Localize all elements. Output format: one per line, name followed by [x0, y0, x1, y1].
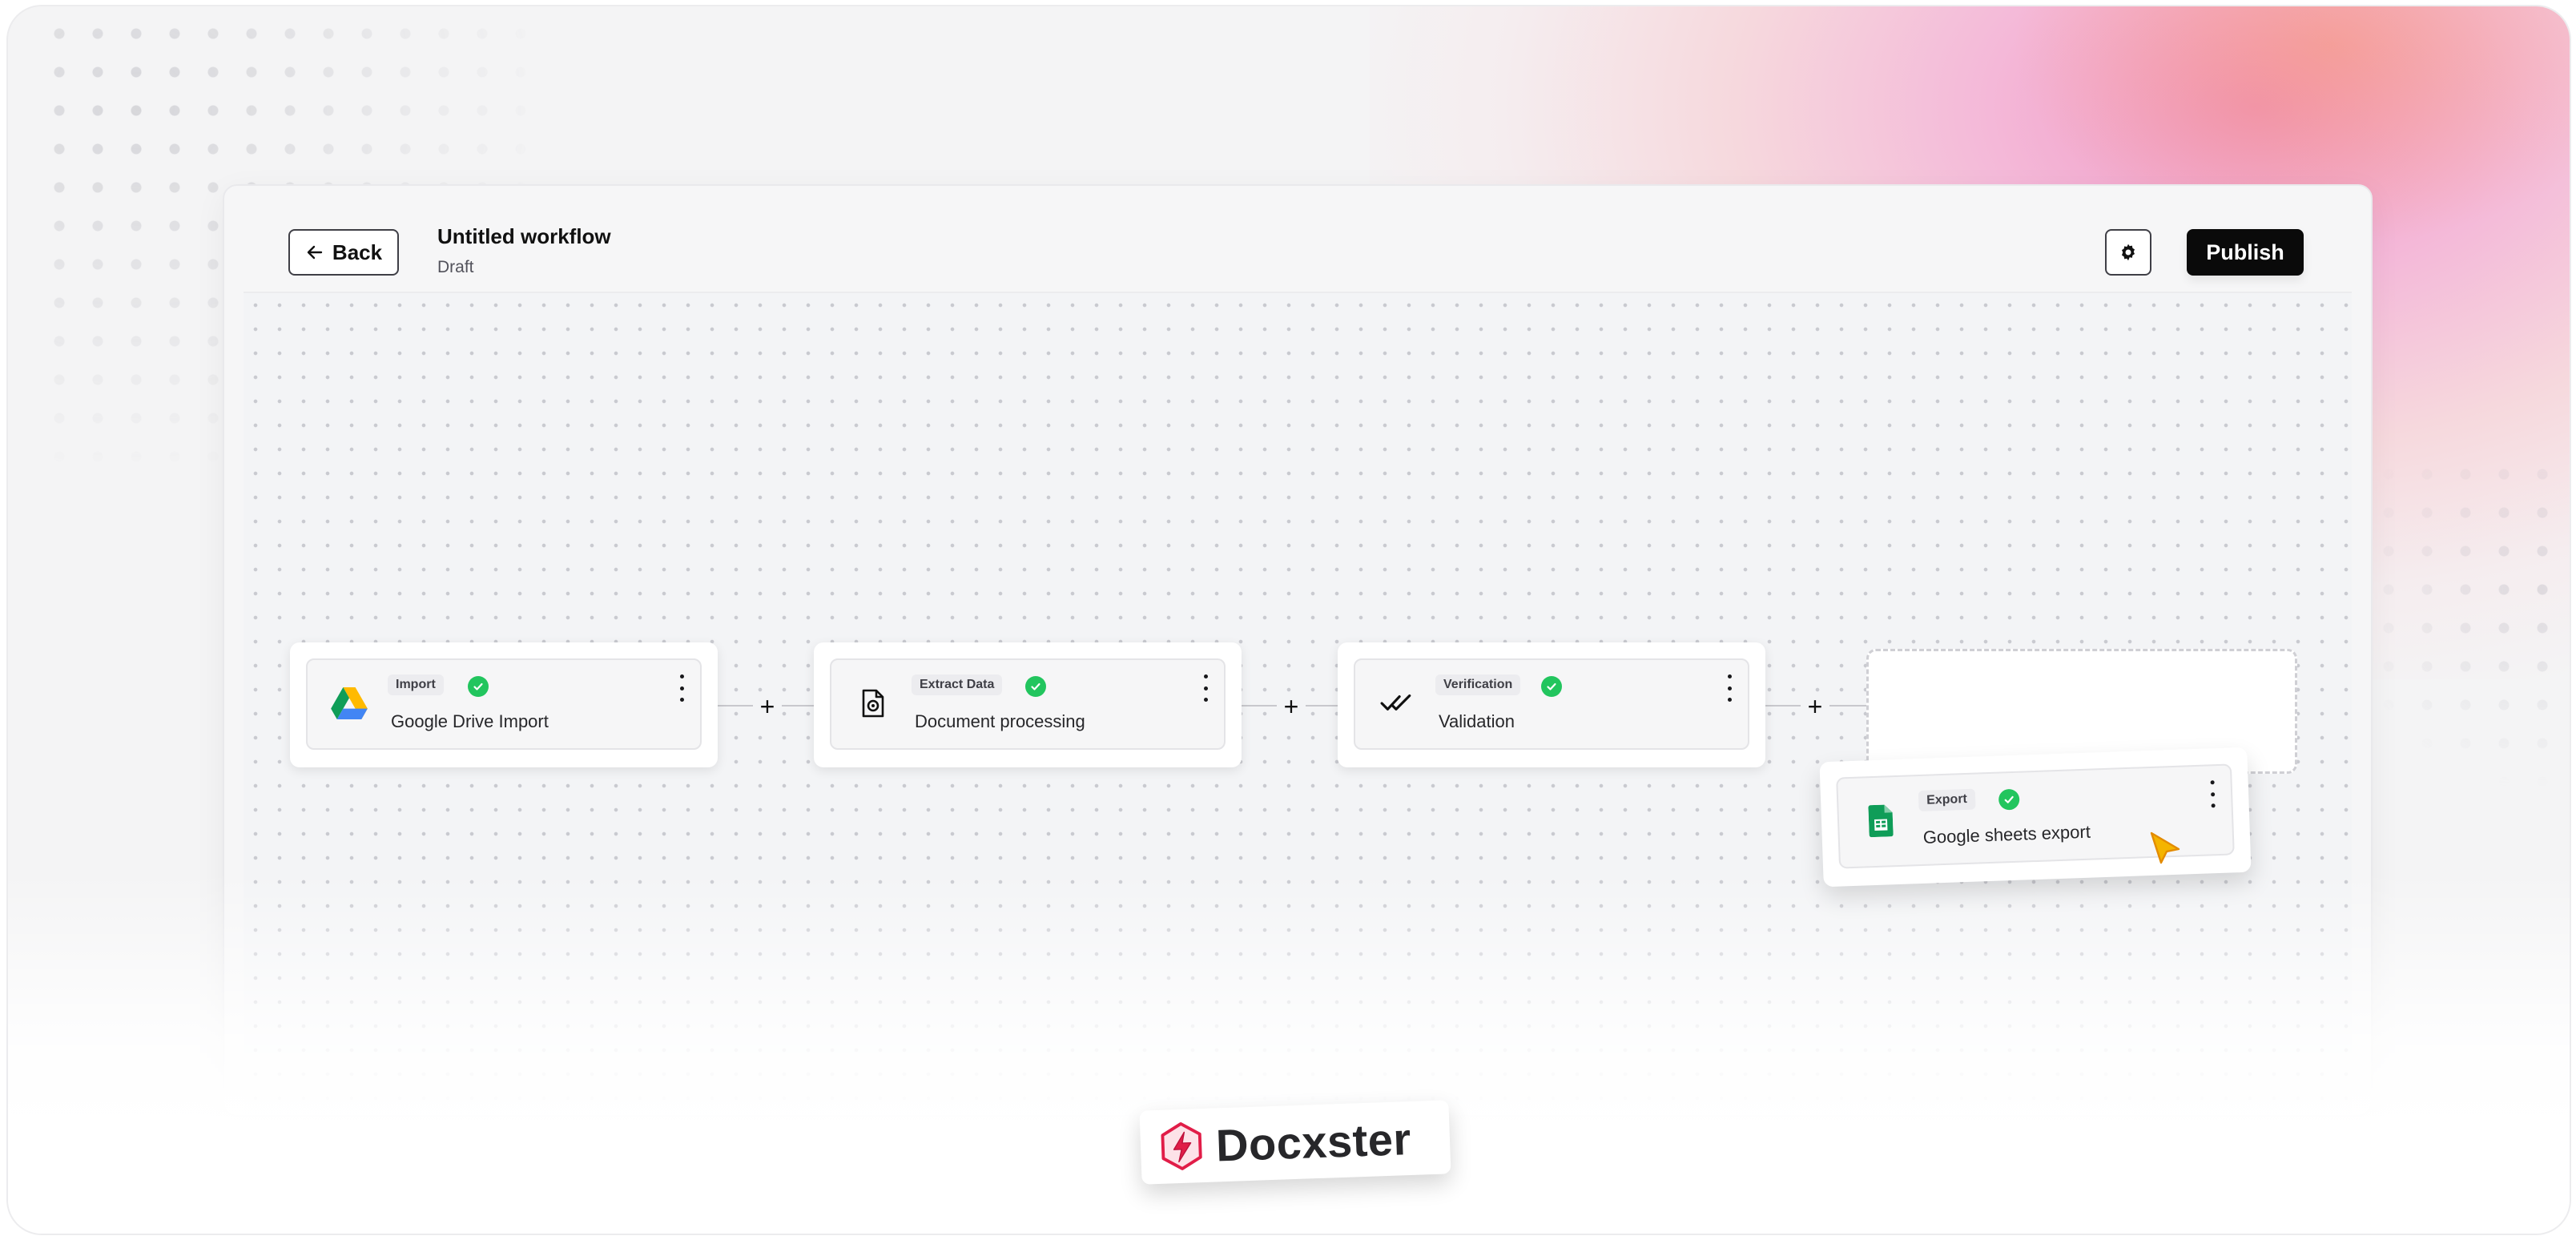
add-step-button[interactable]: + [1801, 692, 1829, 721]
node-body: Import Google Drive Import [306, 658, 702, 750]
double-check-icon [1373, 679, 1421, 727]
workflow-status: Draft [437, 258, 474, 276]
editor-header [244, 208, 2352, 293]
arrow-left-icon [307, 245, 323, 260]
add-step-button[interactable]: + [753, 692, 782, 721]
brand-logo-badge: Docxster [1139, 1100, 1451, 1185]
more-options-icon[interactable] [2207, 780, 2219, 808]
more-options-icon[interactable] [1724, 674, 1735, 702]
check-circle-icon [1541, 676, 1562, 697]
bottom-fade [8, 872, 2570, 1234]
node-name: Google Drive Import [391, 711, 549, 731]
google-sheets-icon [1856, 796, 1906, 846]
settings-button[interactable] [2105, 229, 2151, 276]
node-card-export[interactable]: Export Google sheets export [1819, 747, 2252, 888]
node-name: Google sheets export [1922, 821, 2091, 847]
back-button-label: Back [332, 240, 383, 264]
check-circle-icon [1025, 676, 1046, 697]
workflow-title[interactable]: Untitled workflow [437, 224, 611, 249]
publish-button[interactable]: Publish [2187, 229, 2304, 276]
mouse-pointer-icon [2150, 831, 2180, 864]
node-card-verification[interactable]: Verification Validation [1338, 642, 1765, 767]
node-body: Extract Data Document processing [830, 658, 1226, 750]
page-background: Back Untitled workflow Draft Publish + +… [6, 5, 2571, 1235]
gear-icon [2121, 244, 2135, 261]
node-tag: Verification [1435, 674, 1521, 695]
google-drive-icon [325, 679, 373, 727]
check-circle-icon [1998, 788, 2020, 811]
check-circle-icon [468, 676, 489, 697]
brand-name: Docxster [1214, 1113, 1412, 1170]
node-card-import[interactable]: Import Google Drive Import [290, 642, 718, 767]
node-name: Validation [1439, 711, 1515, 731]
docxster-logo-icon [1161, 1122, 1202, 1170]
node-body: Verification Validation [1354, 658, 1749, 750]
add-step-button[interactable]: + [1277, 692, 1306, 721]
document-settings-icon [849, 679, 897, 727]
more-options-icon[interactable] [1200, 674, 1211, 702]
node-tag: Import [388, 674, 444, 695]
back-button[interactable]: Back [288, 229, 399, 276]
node-tag: Extract Data [912, 674, 1003, 695]
more-options-icon[interactable] [676, 674, 687, 702]
node-tag: Export [1918, 788, 1976, 812]
node-name: Document processing [915, 711, 1085, 731]
node-card-extract[interactable]: Extract Data Document processing [814, 642, 1242, 767]
